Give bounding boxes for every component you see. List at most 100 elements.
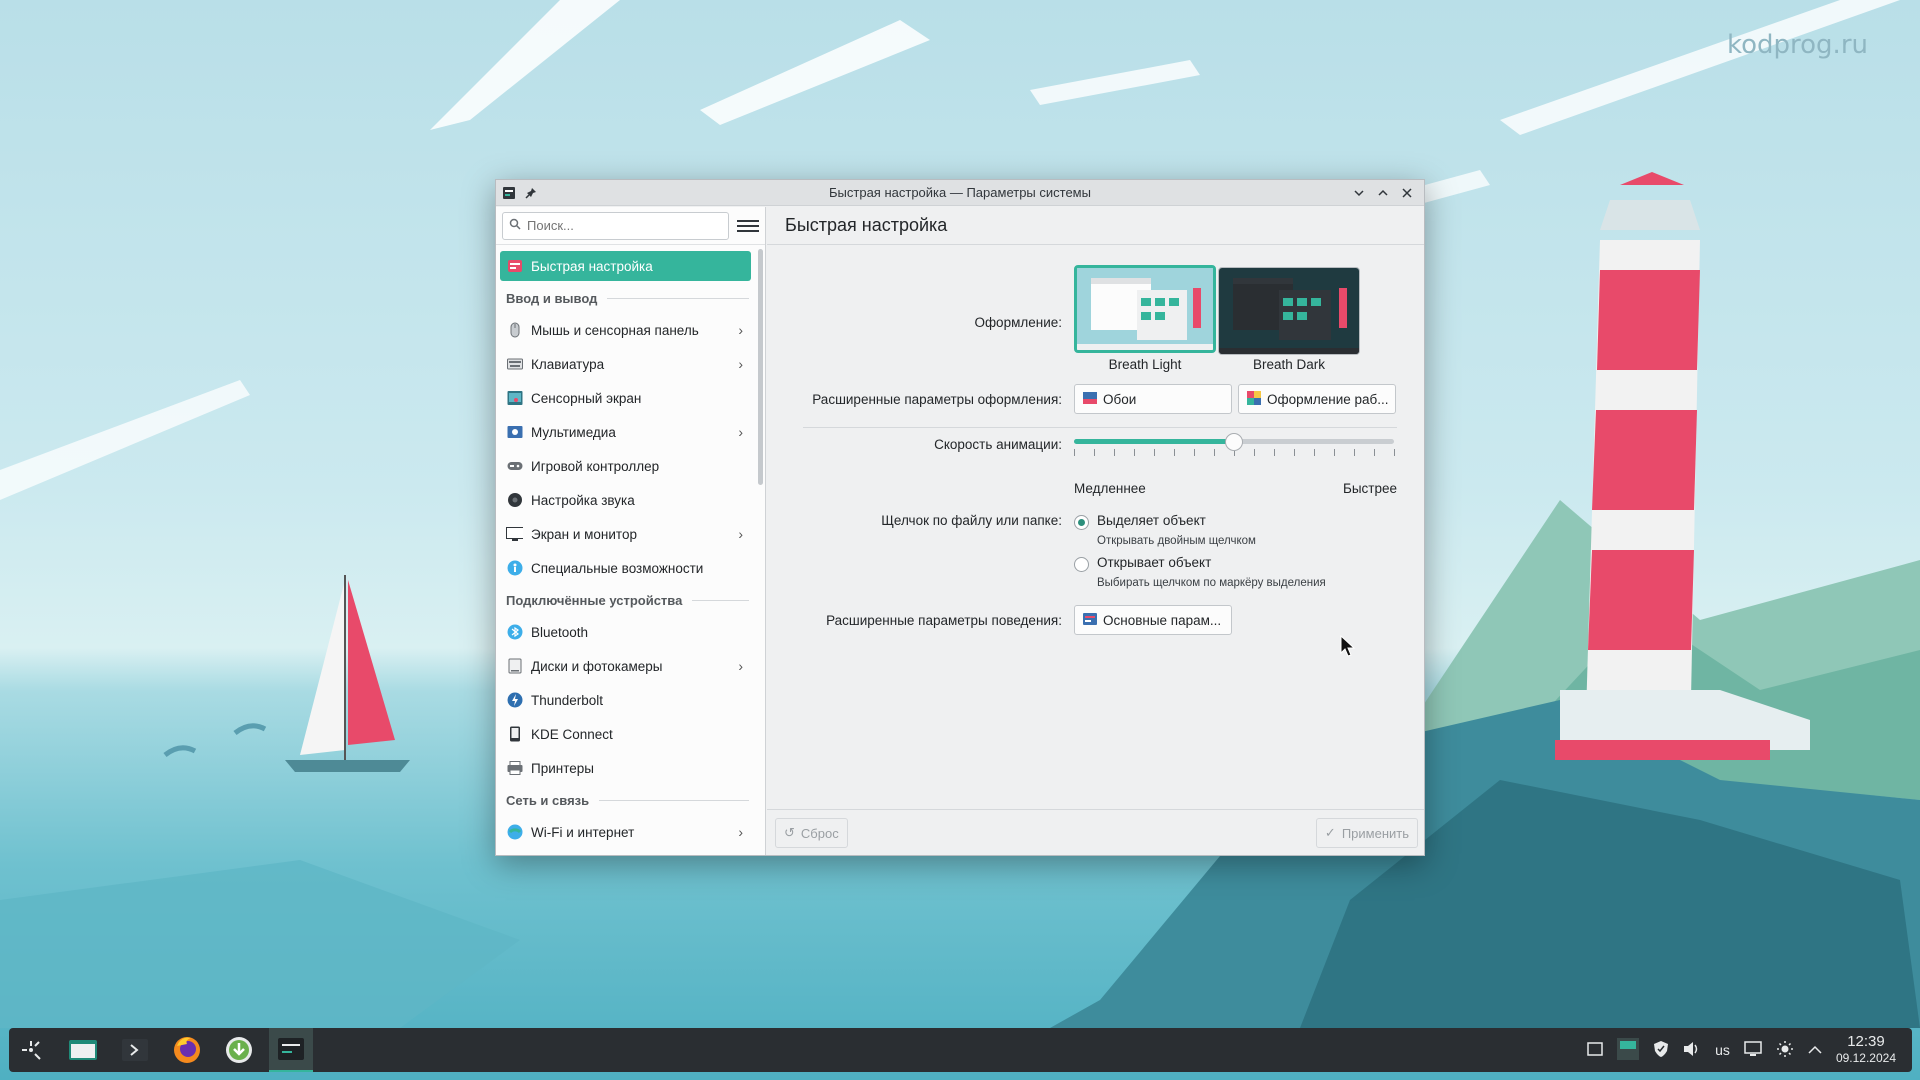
thunderbolt-icon xyxy=(506,692,523,709)
sidebar-item-mouse[interactable]: Мышь и сенсорная панель › xyxy=(496,313,755,347)
quick-settings-icon xyxy=(506,258,523,275)
pager-icon[interactable] xyxy=(1617,1037,1640,1063)
sidebar-item-label: Bluetooth xyxy=(531,624,589,640)
application-launcher-icon[interactable] xyxy=(9,1028,53,1072)
slider-handle[interactable] xyxy=(1225,433,1243,451)
system-settings-taskbar-icon[interactable] xyxy=(269,1028,313,1072)
sidebar-item-audio[interactable]: Настройка звука xyxy=(496,483,755,517)
sidebar-item-touchscreen[interactable]: Сенсорный экран xyxy=(496,381,755,415)
slider-tick xyxy=(1354,449,1355,456)
window-titlebar[interactable]: Быстрая настройка — Параметры системы xyxy=(496,180,1424,206)
radio-select-object-hint: Открывать двойным щелчком xyxy=(1097,535,1256,547)
content-pane: Быстрая настройка Оформление: Breath Lig… xyxy=(767,207,1424,855)
software-center-icon[interactable] xyxy=(217,1028,261,1072)
sidebar-item-label: Настройка звука xyxy=(531,492,635,508)
firefox-icon[interactable] xyxy=(165,1028,209,1072)
network-icon[interactable] xyxy=(1744,1040,1762,1060)
sidebar-item-label: Thunderbolt xyxy=(531,692,604,708)
sidebar-scrollbar[interactable] xyxy=(758,249,763,485)
wallpaper-icon xyxy=(1083,391,1097,407)
radio-open-object[interactable] xyxy=(1074,557,1089,572)
slider-tick xyxy=(1374,449,1375,456)
sidebar-item-bluetooth[interactable]: Bluetooth xyxy=(496,615,755,649)
sidebar-item-wifi[interactable]: Wi-Fi и интернет › xyxy=(496,815,755,849)
reset-button[interactable]: ↺ Сброс xyxy=(775,818,848,848)
volume-icon[interactable] xyxy=(1683,1041,1701,1060)
sidebar-item-quick-settings[interactable]: Быстрая настройка xyxy=(500,251,751,281)
slider-tick xyxy=(1334,449,1335,456)
sidebar-item-label: Быстрая настройка xyxy=(531,258,653,274)
chevron-right-icon: › xyxy=(738,322,743,338)
slider-tick xyxy=(1174,449,1175,456)
sidebar-item-thunderbolt[interactable]: Thunderbolt xyxy=(496,683,755,717)
chevron-right-icon: › xyxy=(738,824,743,840)
app-menu-icon[interactable] xyxy=(502,186,516,200)
sidebar-section-heading: Подключённые устройства xyxy=(496,585,755,615)
system-tray: us 12:39 09.12.2024 xyxy=(1587,1034,1912,1066)
pin-icon[interactable] xyxy=(524,186,538,200)
search-input[interactable] xyxy=(527,218,707,233)
bluetooth-icon xyxy=(506,624,523,641)
sidebar-item-label: Мультимедиа xyxy=(531,424,616,440)
maximize-icon[interactable] xyxy=(1376,186,1390,200)
slider-tick xyxy=(1154,449,1155,456)
watermark-text: kodprog.ru xyxy=(1726,30,1868,60)
sidebar-item-multimedia[interactable]: Мультимедиа › xyxy=(496,415,755,449)
phone-icon xyxy=(506,726,523,743)
search-icon xyxy=(509,218,521,233)
undo-icon: ↺ xyxy=(784,825,795,840)
sidebar-item-printers[interactable]: Принтеры xyxy=(496,751,755,785)
apply-button[interactable]: ✓ Применить xyxy=(1315,818,1418,848)
sidebar-item-gamepad[interactable]: Игровой контроллер xyxy=(496,449,755,483)
gamepad-icon xyxy=(506,458,523,475)
slider-tick xyxy=(1274,449,1275,456)
sidebar-item-disks[interactable]: Диски и фотокамеры › xyxy=(496,649,755,683)
sidebar-item-monitor[interactable]: Экран и монитор › xyxy=(496,517,755,551)
slider-tick xyxy=(1134,449,1135,456)
radio-select-object[interactable] xyxy=(1074,515,1089,530)
slider-tick xyxy=(1394,449,1395,456)
wifi-icon xyxy=(506,824,523,841)
accessibility-icon xyxy=(506,560,523,577)
theme-breath-dark-label: Breath Dark xyxy=(1252,357,1326,372)
chevron-up-icon[interactable] xyxy=(1808,1042,1822,1058)
show-desktop-icon[interactable] xyxy=(1587,1041,1603,1060)
terminal-icon[interactable] xyxy=(113,1028,157,1072)
theme-breath-light-preview[interactable] xyxy=(1074,265,1216,353)
close-icon[interactable] xyxy=(1400,186,1414,200)
monitor-icon xyxy=(506,526,523,543)
workspace-theme-button[interactable]: Оформление раб... xyxy=(1238,384,1396,414)
shield-icon[interactable] xyxy=(1653,1040,1669,1061)
printer-icon xyxy=(506,760,523,777)
window-title: Быстрая настройка — Параметры системы xyxy=(829,185,1091,200)
sidebar-item-label: KDE Connect xyxy=(531,726,613,742)
click-behavior-label: Щелчок по файлу или папке: xyxy=(881,513,1062,528)
brightness-icon[interactable] xyxy=(1776,1040,1794,1061)
sidebar-item-accessibility[interactable]: Специальные возможности xyxy=(496,551,755,585)
search-box[interactable] xyxy=(502,211,729,240)
keyboard-layout-indicator[interactable]: us xyxy=(1715,1042,1730,1058)
reset-button-label: Сброс xyxy=(800,825,839,841)
wallpaper-button-label: Обои xyxy=(1103,391,1137,407)
sidebar-item-kde-connect[interactable]: KDE Connect xyxy=(496,717,755,751)
radio-select-object-label: Выделяет объект xyxy=(1097,513,1206,528)
theme-breath-dark-preview[interactable] xyxy=(1218,267,1360,355)
animation-speed-slider[interactable] xyxy=(1074,433,1396,461)
behavior-settings-button[interactable]: Основные парам... xyxy=(1074,605,1232,635)
digital-clock[interactable]: 12:39 09.12.2024 xyxy=(1836,1034,1896,1066)
disk-icon xyxy=(506,658,523,675)
minimize-icon[interactable] xyxy=(1352,186,1366,200)
page-title: Быстрая настройка xyxy=(767,207,1424,245)
slider-tick xyxy=(1114,449,1115,456)
window-footer: ↺ Сброс ✓ Применить xyxy=(767,809,1424,855)
hamburger-menu-icon[interactable] xyxy=(737,219,759,232)
palette-icon xyxy=(1247,390,1261,408)
sidebar-item-label: Мышь и сенсорная панель xyxy=(531,322,699,338)
slider-tick xyxy=(1194,449,1195,456)
file-manager-icon[interactable] xyxy=(61,1028,105,1072)
sidebar-item-keyboard[interactable]: Клавиатура › xyxy=(496,347,755,381)
clock-date: 09.12.2024 xyxy=(1835,1051,1896,1065)
workspace-theme-button-label: Оформление раб... xyxy=(1267,391,1389,407)
keyboard-icon xyxy=(506,356,523,373)
wallpaper-button[interactable]: Обои xyxy=(1074,384,1232,414)
